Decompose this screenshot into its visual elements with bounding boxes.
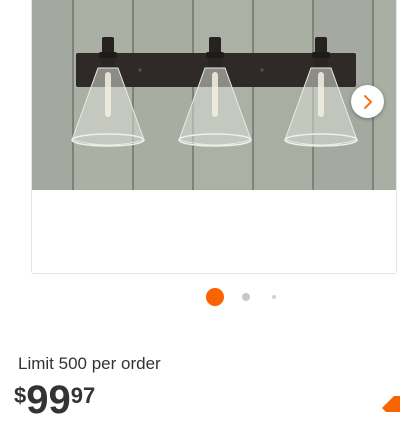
- price-whole: 99: [26, 378, 71, 422]
- product-image-card: [31, 0, 397, 274]
- price-cents: 97: [70, 383, 96, 408]
- product-image[interactable]: [32, 0, 396, 190]
- tag-icon: [382, 396, 400, 412]
- carousel-pagination: [0, 288, 400, 306]
- carousel-dot-active[interactable]: [206, 288, 224, 306]
- carousel-dot[interactable]: [272, 295, 276, 299]
- vanity-light-photo: [32, 0, 396, 190]
- purchase-limit-text: Limit 500 per order: [18, 354, 161, 373]
- carousel-next-button[interactable]: [351, 85, 384, 118]
- carousel-dot[interactable]: [242, 293, 250, 301]
- product-price: $9997: [14, 380, 96, 420]
- chevron-right-icon: [363, 94, 372, 109]
- price-currency: $: [14, 383, 27, 408]
